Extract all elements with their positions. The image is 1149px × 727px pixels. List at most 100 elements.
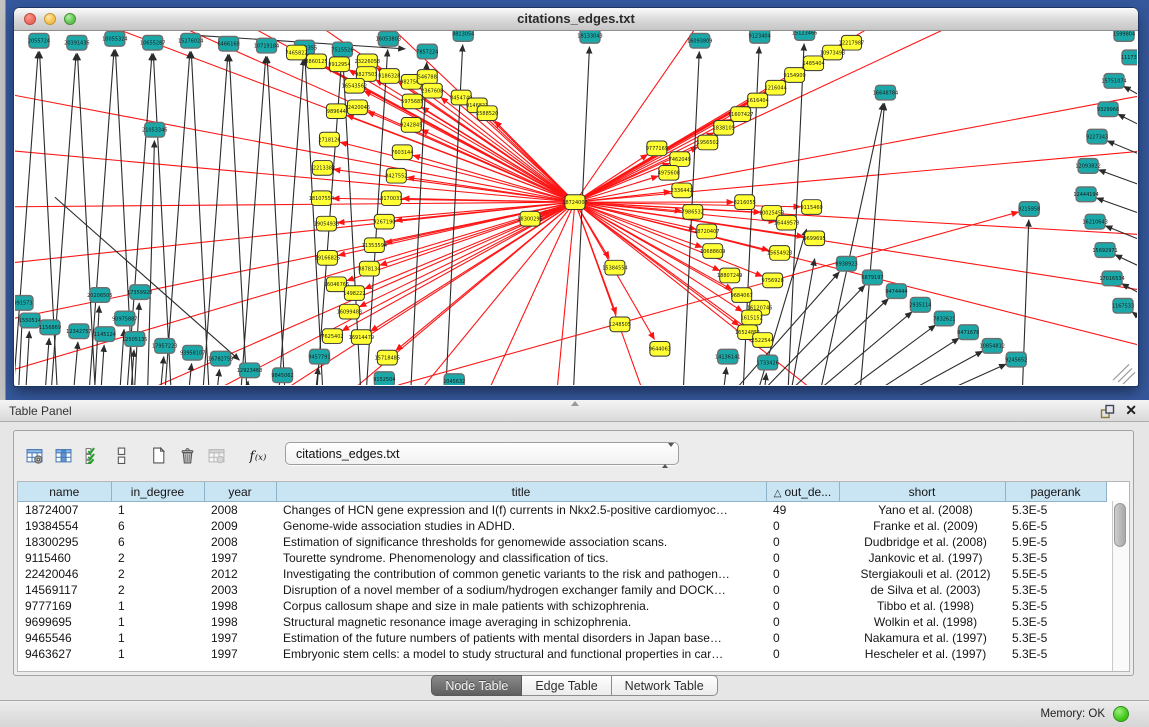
table-row[interactable]: 1938455462009Genome-wide association stu… — [18, 518, 1106, 534]
graph-node-yellow[interactable]: 8878134 — [358, 261, 380, 276]
delete-columns-icon[interactable] — [173, 442, 202, 469]
graph-node-yellow[interactable]: 1838105 — [713, 120, 735, 135]
graph-node-yellow[interactable]: 22420046 — [345, 100, 370, 115]
graph-node-teal[interactable]: 10854812 — [980, 339, 1005, 354]
column-header-pagerank[interactable]: pagerank — [1005, 482, 1106, 502]
graph-node-yellow[interactable]: 989644 — [326, 104, 346, 119]
graph-node-teal[interactable]: 8813054 — [452, 31, 474, 41]
graph-node-yellow[interactable]: 2367608 — [421, 83, 443, 98]
graph-node-teal[interactable]: 15692971 — [1092, 243, 1117, 258]
graph-node-yellow[interactable]: 9644063 — [649, 341, 671, 356]
graph-node-teal[interactable]: 1117304 — [1121, 50, 1137, 65]
graph-node-yellow[interactable]: 546788 — [417, 70, 437, 85]
graph-node-yellow[interactable]: 7462049 — [669, 152, 691, 167]
table-row[interactable]: 1830029562008Estimation of significance … — [18, 534, 1106, 550]
graph-node-teal[interactable]: 9329966 — [1097, 102, 1119, 117]
graph-node-yellow[interactable]: 9115460 — [800, 200, 822, 215]
graph-node-yellow[interactable]: 7465822 — [285, 45, 307, 60]
graph-node-yellow[interactable]: 11353594 — [362, 238, 387, 253]
graph-node-yellow[interactable]: 1498222 — [343, 286, 365, 301]
graph-node-yellow[interactable]: 1615152 — [741, 310, 763, 325]
graph-node-teal[interactable]: 1145124 — [94, 327, 116, 342]
graph-node-teal[interactable]: 6466160 — [218, 36, 240, 51]
graph-node-yellow[interactable]: 1485404 — [802, 56, 824, 71]
graph-node-yellow[interactable]: 10688609 — [700, 244, 725, 259]
graph-node-teal[interactable]: 991573 — [15, 296, 33, 311]
graph-node-yellow[interactable]: 18807249 — [717, 268, 742, 283]
graph-node-yellow[interactable]: 16914479 — [349, 330, 374, 345]
graph-node-teal[interactable]: 12342757 — [66, 324, 91, 339]
graph-node-teal[interactable]: 15123466 — [792, 31, 817, 40]
graph-node-yellow[interactable]: 8216055 — [734, 195, 756, 210]
graph-node-yellow[interactable]: 15654923 — [767, 246, 792, 261]
graph-node-teal[interactable]: 10719184 — [254, 38, 279, 53]
graph-node-teal[interactable]: 2935114 — [909, 297, 931, 312]
graph-node-yellow[interactable]: 9154909 — [783, 68, 805, 83]
table-row[interactable]: 2242004622012Investigating the contribut… — [18, 566, 1106, 582]
graph-node-teal[interactable]: 12923468 — [237, 363, 262, 378]
graph-node-yellow[interactable]: 18720407 — [694, 224, 719, 239]
table-row[interactable]: 1872400712008Changes of HCN gene express… — [18, 502, 1106, 519]
graph-node-teal[interactable]: 12444194 — [1073, 187, 1098, 202]
table-row[interactable]: 1456911722003Disruption of a novel membe… — [18, 582, 1106, 598]
graph-node-yellow[interactable]: 7603144 — [391, 145, 413, 160]
graph-node-teal[interactable]: 7857224 — [416, 44, 438, 59]
graph-node-teal[interactable]: 8215958 — [1018, 202, 1040, 217]
graph-node-yellow[interactable]: 16099483 — [337, 304, 362, 319]
graph-node-teal[interactable]: 16053803 — [376, 31, 401, 46]
graph-node-yellow[interactable]: 8860125 — [305, 54, 327, 69]
graph-node-teal[interactable]: 7832621 — [933, 311, 955, 326]
graph-node-teal[interactable]: 93958107 — [180, 345, 205, 360]
graph-node-teal[interactable]: 21053346 — [142, 122, 167, 137]
graph-node-teal[interactable]: 90975887 — [112, 311, 137, 326]
graph-node-yellow[interactable]: 4975608 — [658, 165, 680, 180]
graph-node-yellow[interactable]: 18724007 — [562, 195, 587, 210]
graph-node-yellow[interactable]: 18107554 — [309, 191, 334, 206]
network-window-titlebar[interactable]: citations_edges.txt — [14, 8, 1138, 31]
graph-node-teal[interactable]: 9457791 — [308, 349, 330, 364]
graph-node-teal[interactable]: 1156869 — [39, 320, 61, 335]
graph-node-teal[interactable]: 17359928 — [127, 285, 152, 300]
tab-edge-table[interactable]: Edge Table — [522, 675, 611, 696]
graph-node-yellow[interactable]: 9267190 — [373, 214, 395, 229]
graph-node-teal[interactable]: 9245652 — [1005, 352, 1027, 367]
table-selector-dropdown[interactable]: citations_edges.txt — [285, 442, 679, 465]
graph-node-yellow[interactable]: 9699695 — [803, 231, 825, 246]
table-row[interactable]: 969969511998Structural magnetic resonanc… — [18, 614, 1106, 630]
graph-node-teal[interactable]: 7515526 — [331, 42, 353, 57]
graph-node-yellow[interactable]: 16449578 — [774, 215, 799, 230]
graph-node-yellow[interactable]: 2522544 — [752, 333, 774, 348]
graph-node-yellow[interactable]: 12217987 — [839, 35, 864, 50]
column-header-short[interactable]: short — [839, 482, 1005, 502]
graph-node-yellow[interactable]: 8186328 — [378, 69, 400, 84]
graph-node-yellow[interactable]: 1248505 — [609, 317, 631, 332]
graph-node-yellow[interactable]: 19054935 — [314, 216, 339, 231]
graph-node-yellow[interactable]: 7986532 — [682, 205, 704, 220]
citation-network-graph[interactable]: 2055724203914361005532410655287152760246… — [15, 31, 1137, 385]
column-header-in_degree[interactable]: in_degree — [111, 482, 204, 502]
graph-node-teal[interactable]: 17016534 — [1099, 271, 1124, 286]
graph-node-teal[interactable]: 9474444 — [885, 284, 907, 299]
tab-node-table[interactable]: Node Table — [431, 675, 522, 696]
graph-node-teal[interactable]: 14136141 — [715, 349, 740, 364]
graph-node-yellow[interactable]: 12213383 — [310, 161, 335, 176]
graph-node-teal[interactable]: 2045632 — [443, 374, 465, 385]
graph-node-yellow[interactable]: 18300295 — [517, 211, 542, 226]
graph-node-teal[interactable]: 16782759 — [208, 351, 233, 366]
create-column-icon[interactable] — [144, 442, 173, 469]
column-header-title[interactable]: title — [276, 482, 766, 502]
graph-node-yellow[interactable]: 11607427 — [728, 107, 753, 122]
graph-node-teal[interactable]: 1550514 — [19, 313, 41, 328]
graph-node-yellow[interactable]: 2336442 — [671, 183, 693, 198]
table-row[interactable]: 946554611997Estimation of the future num… — [18, 630, 1106, 646]
column-header-name[interactable]: name — [18, 482, 111, 502]
graph-node-teal[interactable]: 20391436 — [64, 35, 89, 50]
graph-node-teal[interactable]: 9152504 — [373, 372, 395, 385]
graph-node-yellow[interactable]: 9684067 — [731, 288, 753, 303]
graph-node-teal[interactable]: 16093809 — [687, 33, 712, 48]
graph-node-teal[interactable]: 17957223 — [152, 339, 177, 354]
graph-node-teal[interactable]: 12505135 — [122, 332, 147, 347]
graph-node-teal[interactable]: 8938923 — [835, 256, 857, 271]
graph-node-teal[interactable]: 10055324 — [102, 31, 127, 46]
row-height-icon[interactable] — [107, 442, 136, 469]
